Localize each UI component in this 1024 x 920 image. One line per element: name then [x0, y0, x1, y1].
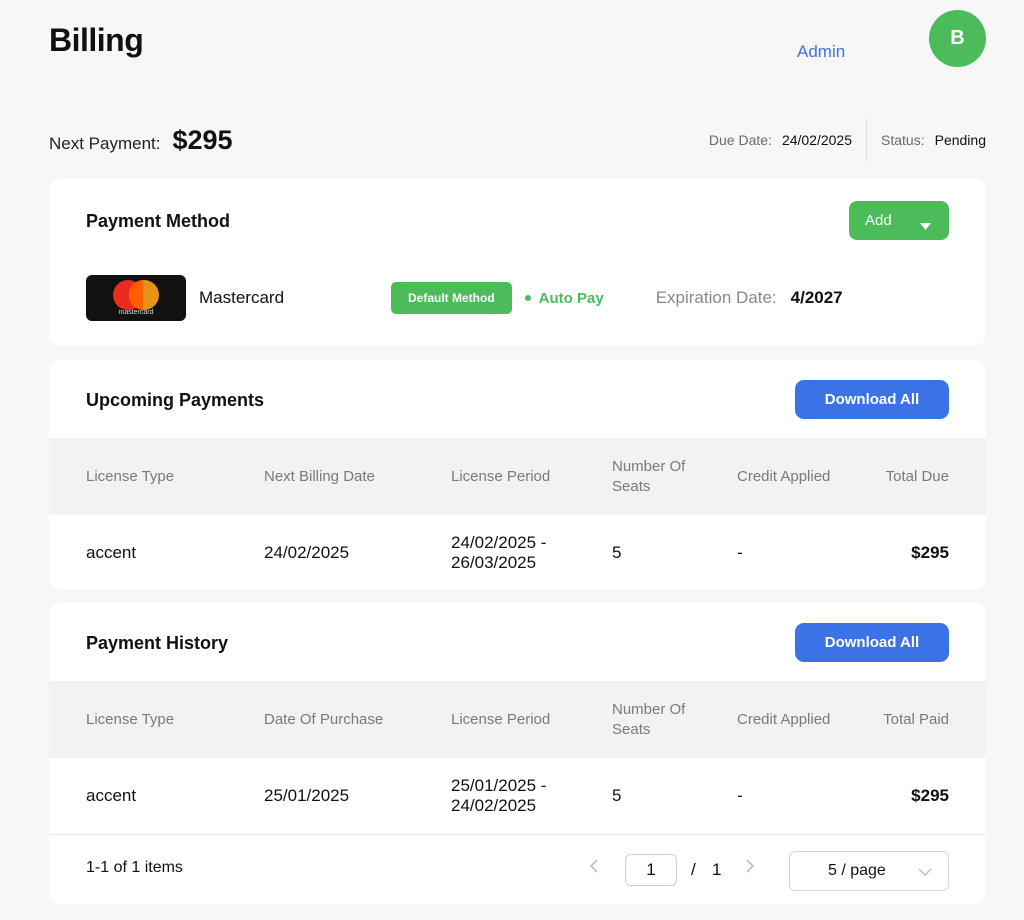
chevron-left-icon[interactable] — [589, 857, 599, 878]
license-period-cell: 24/02/2025 - 26/03/2025 — [451, 533, 547, 572]
status: Status: Pending — [867, 132, 986, 148]
table-header: License Type Date Of Purchase License Pe… — [49, 681, 986, 758]
autopay-label: Auto Pay — [538, 289, 604, 307]
page-title: Billing — [49, 22, 144, 58]
column-header[interactable]: Total Due — [886, 438, 949, 515]
column-header[interactable]: Next Billing Date — [264, 438, 375, 515]
column-header[interactable]: Credit Applied — [737, 438, 830, 515]
total-paid-cell: $295 — [911, 786, 949, 805]
autopay-status: Auto Pay — [524, 289, 604, 307]
page-separator: / — [691, 860, 696, 879]
due-date-value: 24/02/2025 — [781, 132, 853, 148]
page-size-select[interactable]: 5 / page — [789, 851, 949, 891]
seats-cell: 5 — [612, 786, 622, 805]
avatar[interactable]: B — [929, 10, 986, 67]
payment-history-card: Payment History Download All License Typ… — [49, 603, 986, 904]
table-header: License Type Next Billing Date License P… — [49, 438, 986, 515]
mastercard-logo-icon: mastercard — [86, 275, 186, 321]
next-payment-label: Next Payment: — [49, 134, 161, 153]
caret-down-icon — [920, 217, 931, 234]
seats-cell: 5 — [612, 543, 622, 562]
license-period-cell: 25/01/2025 - 24/02/2025 — [451, 776, 547, 815]
total-pages: 1 — [712, 860, 722, 879]
table-row[interactable]: accent 24/02/2025 24/02/2025 - 26/03/202… — [49, 515, 986, 589]
download-all-history-button[interactable]: Download All — [795, 623, 949, 662]
column-header[interactable]: License Period — [451, 438, 550, 515]
date-of-purchase-cell: 25/01/2025 — [264, 786, 350, 805]
next-payment-amount: $295 — [172, 125, 233, 155]
license-type-cell: accent — [86, 543, 137, 562]
payment-method-card: Payment Method Add mastercard Mastercard… — [49, 179, 986, 346]
card-name: Mastercard — [199, 288, 285, 307]
page-size-value: 5 / page — [828, 862, 886, 879]
next-payment-summary: Next Payment: $295 — [49, 125, 233, 156]
column-header[interactable]: License Period — [451, 681, 550, 758]
pagination: 1-1 of 1 items 1 / 1 5 / page — [49, 834, 986, 904]
chevron-right-icon[interactable] — [745, 857, 755, 878]
page-number-input[interactable]: 1 — [625, 854, 677, 886]
expiration-value: 4/2027 — [790, 288, 843, 307]
credit-applied-cell: - — [737, 543, 743, 562]
default-method-badge: Default Method — [391, 282, 512, 314]
status-label: Status: — [881, 132, 925, 148]
table-row[interactable]: accent 25/01/2025 25/01/2025 - 24/02/202… — [49, 758, 986, 834]
column-header[interactable]: Number Of Seats — [612, 438, 712, 515]
chevron-down-icon — [918, 864, 932, 882]
billing-meta: Due Date: 24/02/2025 Status: Pending — [695, 118, 986, 162]
add-button-label: Add — [865, 212, 892, 229]
due-date: Due Date: 24/02/2025 — [695, 132, 866, 148]
card-logo-text: mastercard — [118, 309, 154, 316]
status-value: Pending — [934, 132, 986, 148]
expiration-label: Expiration Date: — [655, 288, 777, 307]
next-billing-date-cell: 24/02/2025 — [264, 543, 350, 562]
add-payment-method-button[interactable]: Add — [849, 201, 949, 240]
column-header[interactable]: Credit Applied — [737, 681, 830, 758]
status-dot-icon — [524, 295, 531, 301]
payment-method-title: Payment Method — [86, 211, 231, 231]
upcoming-payments-title: Upcoming Payments — [86, 390, 265, 410]
admin-link[interactable]: Admin — [797, 42, 845, 62]
expiration: Expiration Date: 4/2027 — [656, 288, 843, 308]
license-type-cell: accent — [86, 786, 137, 805]
column-header[interactable]: Date Of Purchase — [264, 681, 383, 758]
column-header[interactable]: License Type — [86, 681, 174, 758]
download-all-upcoming-button[interactable]: Download All — [795, 380, 949, 419]
column-header[interactable]: License Type — [86, 438, 174, 515]
total-due-cell: $295 — [911, 543, 949, 562]
upcoming-payments-card: Upcoming Payments Download All License T… — [49, 360, 986, 589]
credit-applied-cell: - — [737, 786, 743, 805]
column-header[interactable]: Number Of Seats — [612, 681, 712, 758]
items-count: 1-1 of 1 items — [86, 859, 183, 876]
payment-history-title: Payment History — [86, 633, 229, 653]
column-header[interactable]: Total Paid — [883, 681, 949, 758]
payment-method-row: mastercard Mastercard Default Method Aut… — [86, 275, 946, 321]
due-date-label: Due Date: — [708, 132, 772, 148]
